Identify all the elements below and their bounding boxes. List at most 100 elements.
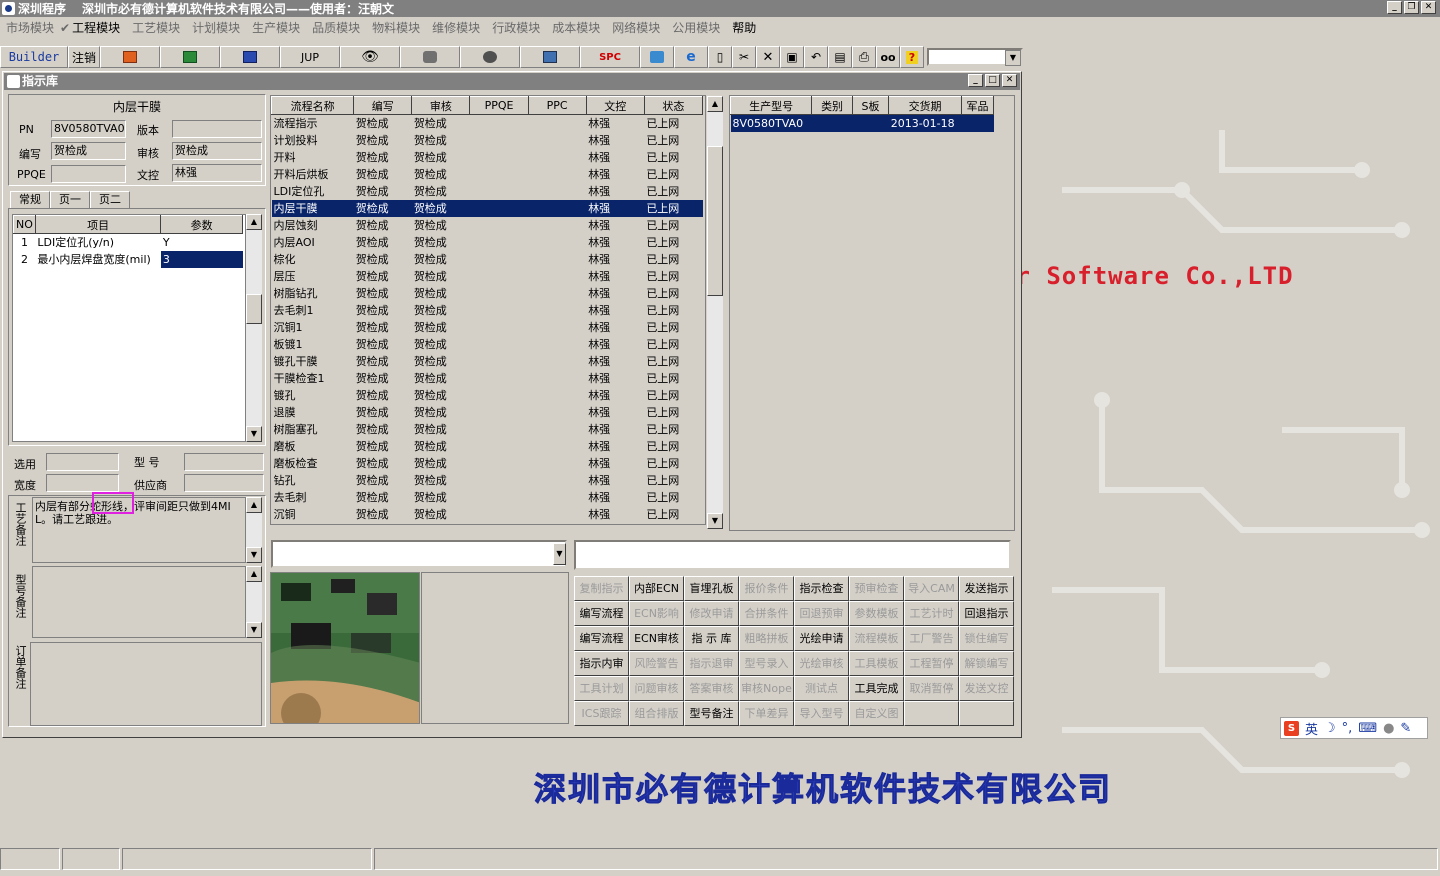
action-button-40[interactable]: ICS跟踪	[574, 701, 629, 726]
jup-button[interactable]: JUP	[280, 46, 340, 68]
action-button-29[interactable]: 工具模板	[849, 651, 904, 676]
scroll-up-icon[interactable]: ▲	[246, 214, 262, 230]
table-row[interactable]: 内层AOI 贺检成 贺检成 林强 已上网	[272, 234, 703, 251]
table-row[interactable]: 磨板检查 贺检成 贺检成 林强 已上网	[272, 455, 703, 472]
table-row[interactable]: 棕化 贺检成 贺检成 林强 已上网	[272, 251, 703, 268]
action-button-38[interactable]: 取消暂停	[904, 676, 959, 701]
param-header-no[interactable]: NO	[13, 215, 36, 234]
help-button[interactable]: ?	[900, 46, 924, 68]
action-button-1[interactable]: 内部ECN	[629, 576, 684, 601]
window-minimize-button[interactable]: _	[968, 74, 983, 87]
table-row[interactable]: 镀孔干膜 贺检成 贺检成 林强 已上网	[272, 353, 703, 370]
table-row[interactable]: 计划投料 贺检成 贺检成 林强 已上网	[272, 132, 703, 149]
tab-general[interactable]: 常规	[10, 191, 50, 209]
scroll-thumb[interactable]	[246, 294, 262, 324]
action-button-2[interactable]: 盲埋孔板	[684, 576, 739, 601]
action-button-31[interactable]: 解锁编写	[959, 651, 1014, 676]
filter-combo[interactable]	[271, 540, 567, 568]
action-button-23[interactable]: 锁住编写	[959, 626, 1014, 651]
table-row[interactable]: 去毛刺1 贺检成 贺检成 林强 已上网	[272, 302, 703, 319]
cut-button[interactable]: ✂	[732, 46, 756, 68]
network-button[interactable]	[460, 46, 520, 68]
supplier-field[interactable]	[184, 474, 264, 492]
model-field[interactable]	[184, 453, 264, 471]
punct-icon[interactable]: °,	[1342, 721, 1353, 736]
scroll-down-icon[interactable]: ▼	[246, 622, 262, 638]
action-button-35[interactable]: 审核Nope	[739, 676, 794, 701]
table-row[interactable]: 树脂塞孔 贺检成 贺检成 林强 已上网	[272, 421, 703, 438]
keyboard-icon[interactable]: ⌨	[1358, 721, 1377, 736]
menu-item-5[interactable]: 品质模块	[312, 19, 360, 36]
param-header-value[interactable]: 参数	[160, 215, 243, 234]
table-row[interactable]: 开料 贺检成 贺检成 林强 已上网	[272, 149, 703, 166]
action-button-20[interactable]: 光绘申请	[794, 626, 849, 651]
model-note-textarea[interactable]	[32, 566, 246, 638]
ime-language[interactable]: 英	[1305, 719, 1318, 738]
table-row[interactable]: 沉铜 贺检成 贺检成 林强 已上网	[272, 506, 703, 523]
ie-button[interactable]: e	[674, 46, 708, 68]
scroll-up-icon[interactable]: ▲	[246, 566, 262, 582]
select-field[interactable]	[46, 453, 119, 471]
scroll-up-icon[interactable]: ▲	[707, 96, 723, 112]
save-button[interactable]: ▣	[780, 46, 804, 68]
refresh-button[interactable]	[640, 46, 674, 68]
menu-item-3[interactable]: 计划模块	[192, 19, 240, 36]
table-row[interactable]: 流程指示 贺检成 贺检成 林强 已上网	[272, 115, 703, 132]
action-button-25[interactable]: 风险警告	[629, 651, 684, 676]
action-button-42[interactable]: 型号备注	[684, 701, 739, 726]
menu-item-9[interactable]: 成本模块	[552, 19, 600, 36]
action-button-9[interactable]: ECN影响	[629, 601, 684, 626]
table-row[interactable]: 8V0580TVA0 2013-01-18	[730, 114, 994, 132]
table-row[interactable]: LDI定位孔 贺检成 贺检成 林强 已上网	[272, 183, 703, 200]
close-button[interactable]: ✕	[1421, 1, 1436, 14]
model-header-1[interactable]: 类别	[811, 96, 853, 115]
new-button[interactable]: ▯	[708, 46, 732, 68]
menu-item-8[interactable]: 行政模块	[492, 19, 540, 36]
param-row[interactable]: 2 最小内层焊盘宽度(mil) 3	[14, 250, 243, 268]
delete-button[interactable]: ✕	[756, 46, 780, 68]
database-button[interactable]	[400, 46, 460, 68]
scroll-thumb[interactable]	[707, 146, 723, 296]
action-button-41[interactable]: 组合排版	[629, 701, 684, 726]
table-row[interactable]: 板镀1 贺检成 贺检成 林强 已上网	[272, 336, 703, 353]
window-maximize-button[interactable]: □	[985, 74, 1000, 87]
process-header-2[interactable]: 审核	[411, 96, 471, 115]
process-note-textarea[interactable]: 内层有部分蛇形线，评审间距只做到4MIL。请工艺跟进。	[32, 497, 246, 563]
action-button-16[interactable]: 编写流程	[574, 626, 629, 651]
scroll-up-icon[interactable]: ▲	[246, 497, 262, 513]
model-header-4[interactable]: 军品	[960, 96, 995, 115]
menu-item-10[interactable]: 网络模块	[612, 19, 660, 36]
process-header-1[interactable]: 编写	[353, 96, 413, 115]
builder-button[interactable]: Builder	[0, 46, 68, 68]
scroll-down-icon[interactable]: ▼	[707, 513, 723, 529]
action-button-14[interactable]: 工艺计时	[904, 601, 959, 626]
menu-item-0[interactable]: 市场模块	[6, 19, 54, 36]
process-scrollbar[interactable]: ▲ ▼	[707, 96, 723, 529]
table-row[interactable]: 层压 贺检成 贺检成 林强 已上网	[272, 268, 703, 285]
doc-control-field[interactable]: 林强	[172, 164, 262, 182]
table-row[interactable]: 内层蚀刻 贺检成 贺检成 林强 已上网	[272, 217, 703, 234]
moon-icon[interactable]: ☽	[1324, 721, 1336, 736]
action-button-30[interactable]: 工程暂停	[904, 651, 959, 676]
action-button-21[interactable]: 流程模板	[849, 626, 904, 651]
logout-button[interactable]: 注销	[68, 46, 100, 68]
ppt-button[interactable]	[100, 46, 160, 68]
action-button-27[interactable]: 型号录入	[739, 651, 794, 676]
wrench-icon[interactable]: ✎	[1400, 721, 1411, 736]
process-header-0[interactable]: 流程名称	[271, 96, 355, 115]
action-button-22[interactable]: 工厂警告	[904, 626, 959, 651]
action-button-12[interactable]: 回退预审	[794, 601, 849, 626]
action-button-33[interactable]: 问题审核	[629, 676, 684, 701]
table-row[interactable]: 钻孔 贺检成 贺检成 林强 已上网	[272, 472, 703, 489]
action-button-43[interactable]: 下单差异	[739, 701, 794, 726]
preview-button[interactable]: ▤	[828, 46, 852, 68]
minimize-button[interactable]: _	[1387, 1, 1402, 14]
model-note-scrollbar[interactable]: ▲ ▼	[246, 566, 262, 638]
action-button-39[interactable]: 发送文控	[959, 676, 1014, 701]
find-button[interactable]: oo	[876, 46, 900, 68]
action-button-3[interactable]: 报价条件	[739, 576, 794, 601]
action-button-37[interactable]: 工具完成	[849, 676, 904, 701]
scroll-down-icon[interactable]: ▼	[246, 547, 262, 563]
model-header-2[interactable]: S板	[851, 96, 890, 115]
menu-engineering-wrap[interactable]: ✔ 工程模块	[60, 19, 126, 36]
